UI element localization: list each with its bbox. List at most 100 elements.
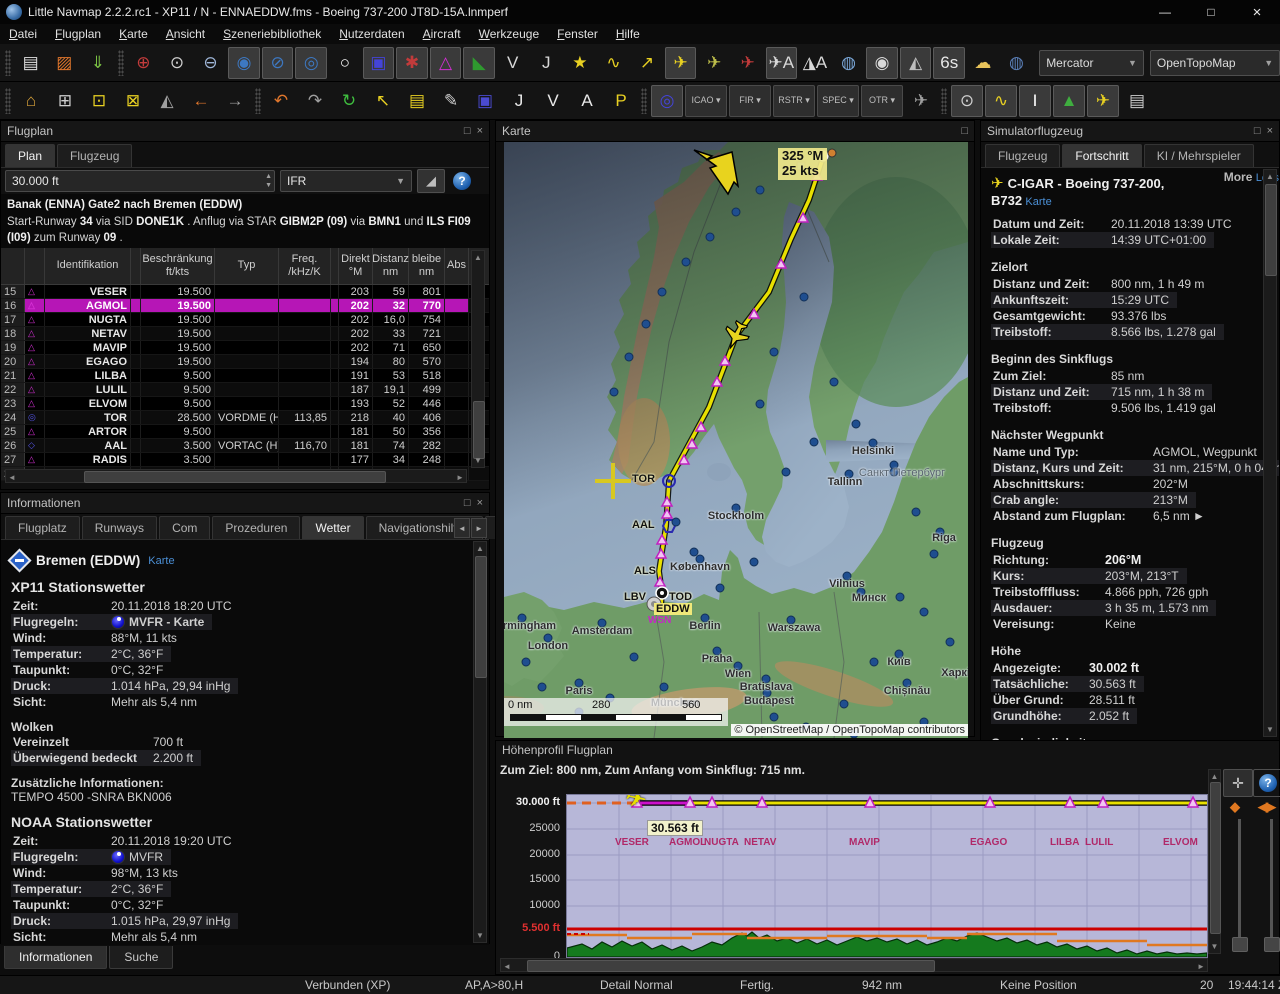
menu-karte[interactable]: Karte [110,25,157,43]
airspace-icao-button[interactable]: ICAO ▾ [685,85,727,117]
online-globe-icon[interactable]: ◍ [1001,47,1033,79]
aircraft-track-icon[interactable]: ✈ [698,47,730,79]
profile-help-button[interactable]: ? [1253,769,1280,797]
vertical-zoom-handle[interactable] [1232,937,1248,952]
airport-label-icon[interactable]: ✈A [766,47,798,79]
dock-search-icon[interactable]: ⊙ [951,85,983,117]
menu-hilfe[interactable]: Hilfe [607,25,649,43]
undo-icon[interactable]: ↶ [265,85,297,117]
measure-icon[interactable]: ↗ [631,47,663,79]
profile-plot[interactable]: ✈ 30.563 ft VESERAGMOLNUGTANETAVMAVIPEGA… [566,794,1208,958]
hillshading-icon[interactable]: ◭ [900,47,932,79]
flightplan-row-veser[interactable]: 15△VESER19.50020359801 [1,285,489,299]
horizontal-zoom-handle[interactable] [1264,937,1280,952]
close-icon[interactable]: × [477,497,483,509]
dock-tab-suche[interactable]: Suche [109,946,173,969]
weather-icon[interactable]: ☁ [967,47,999,79]
tab-flugzeug[interactable]: Flugzeug [57,144,132,167]
cruise-altitude-field[interactable]: 30.000 ft ▲▼ [5,170,275,192]
menu-fenster[interactable]: Fenster [548,25,607,43]
tab-ki-mehrspieler[interactable]: KI / Mehrspieler [1144,144,1254,167]
map-canvas[interactable]: StockholmHelsinkiTallinnСанкт-ПетербургK… [504,142,968,738]
tab-flugplatz[interactable]: Flugplatz [5,516,80,539]
projection-select[interactable]: Mercator▼ [1039,50,1144,76]
flightplan-hscrollbar[interactable]: ◄ ► [5,469,467,483]
home-icon[interactable]: ⌂ [15,85,47,117]
simulator-scrollbar[interactable]: ▲ ▼ [1263,169,1277,737]
flightplan-row-aal[interactable]: 26◇AAL3.500VORTAC (H)116,7018174282 [1,439,489,453]
tab-scroll-left-icon[interactable]: ◄ [454,518,470,538]
dock-legend-icon[interactable]: ▤ [1121,85,1153,117]
flightplan-row-tor[interactable]: 24◎TOR28.500VORDME (H)113,8521840406 [1,411,489,425]
menu-szeneriebibliothek[interactable]: Szeneriebibliothek [214,25,330,43]
flight-rules-select[interactable]: IFR▼ [280,170,412,192]
column-header-ty[interactable]: Typ [215,248,279,284]
menu-flugplan[interactable]: Flugplan [46,25,110,43]
maximize-button[interactable]: □ [1188,0,1234,24]
profile-expand-button[interactable]: ✛ [1223,769,1253,797]
airport-map-link[interactable]: Karte [148,555,174,567]
flightplan-row-radis[interactable]: 27△RADIS3.50017734248 [1,453,489,467]
vor-icon[interactable]: ▣ [363,47,395,79]
redo-icon[interactable]: ↷ [299,85,331,117]
column-header-rm[interactable]: bleibenm [409,248,445,284]
column-header-s2[interactable] [331,248,339,284]
column-header-di[interactable]: Distanznm [373,248,409,284]
airspace-otr-button[interactable]: OTR ▾ [861,85,903,117]
column-header-id[interactable]: Identifikation [45,248,131,284]
open-flightplan-icon[interactable]: ▨ [49,47,81,79]
menu-ansicht[interactable]: Ansicht [157,25,214,43]
airport-hard-icon[interactable]: ◉ [228,47,260,79]
victor-airway-icon[interactable]: V [497,47,529,79]
tab-runways[interactable]: Runways [82,516,157,539]
tab-prozeduren[interactable]: Prozeduren [212,516,300,539]
compass-icon[interactable]: ◉ [866,47,898,79]
center-aircraft-icon[interactable]: ⊠ [117,85,149,117]
ils-icon[interactable]: ◣ [463,47,495,79]
flightplan-row-netav[interactable]: 18△NETAV19.50020233721 [1,327,489,341]
tab-fortschritt[interactable]: Fortschritt [1062,144,1141,167]
jet-airway-icon[interactable]: J [531,47,563,79]
flightplan-row-egago[interactable]: 20△EGAGO19.50019480570 [1,355,489,369]
horizontal-zoom-slider[interactable] [1270,819,1273,949]
dock-profile-icon[interactable]: ▲ [1053,85,1085,117]
waypoint-icon[interactable]: △ [430,47,462,79]
route-label-v-icon[interactable]: V [537,85,569,117]
airport-soft-icon[interactable]: ⊘ [262,47,294,79]
dock-aircraft-icon[interactable]: ✈ [1087,85,1119,117]
map-style-select[interactable]: OpenTopoMap▼ [1150,50,1280,76]
bookmark-icon[interactable]: ★ [564,47,596,79]
dock-flightplan-icon[interactable]: ∿ [985,85,1017,117]
route-leg-icon[interactable]: ∿ [598,47,630,79]
flightplan-row-nugta[interactable]: 17△NUGTA19.50020216,0754 [1,313,489,327]
aircraft-icon[interactable]: ✈ [665,47,697,79]
tab-flugzeug[interactable]: Flugzeug [985,144,1060,167]
airspace-rstr-button[interactable]: RSTR ▾ [773,85,815,117]
adjust-icon[interactable]: ◭ [151,85,183,117]
search-add-icon[interactable]: ⊕ [128,47,160,79]
flightplan-table[interactable]: IdentifikationBeschränkungft/ktsTypFreq.… [1,248,489,445]
aircraft-map-link[interactable]: Karte [1025,196,1051,208]
airspace-alt-button[interactable]: ✈ [905,85,937,117]
tab-plan[interactable]: Plan [5,144,55,167]
aircraft-hide-icon[interactable]: ✈ [732,47,764,79]
new-flightplan-icon[interactable]: ▤ [15,47,47,79]
float-icon[interactable]: □ [1254,125,1261,137]
help-button[interactable]: ? [450,170,474,192]
save-flightplan-icon[interactable]: ⇓ [82,47,114,79]
close-icon[interactable]: × [477,125,483,137]
altitude-spinner[interactable]: ▲▼ [265,172,272,190]
menu-werkzeuge[interactable]: Werkzeuge [470,25,548,43]
close-icon[interactable]: × [1267,125,1273,137]
altitude-label-icon[interactable]: 6s [933,47,965,79]
column-header-cr[interactable]: Direkt°M [339,248,373,284]
column-header-ab[interactable]: Abs [445,248,469,284]
column-header-s1[interactable] [131,248,141,284]
menu-aircraft[interactable]: Aircraft [414,25,470,43]
adjust-altitude-button[interactable]: ◢ [417,169,445,193]
close-button[interactable]: × [1234,0,1280,24]
vertical-zoom-slider[interactable] [1238,819,1241,949]
edit-route-icon[interactable]: ✎ [435,85,467,117]
minimize-button[interactable]: — [1142,0,1188,24]
map-forward-icon[interactable]: → [219,85,251,117]
